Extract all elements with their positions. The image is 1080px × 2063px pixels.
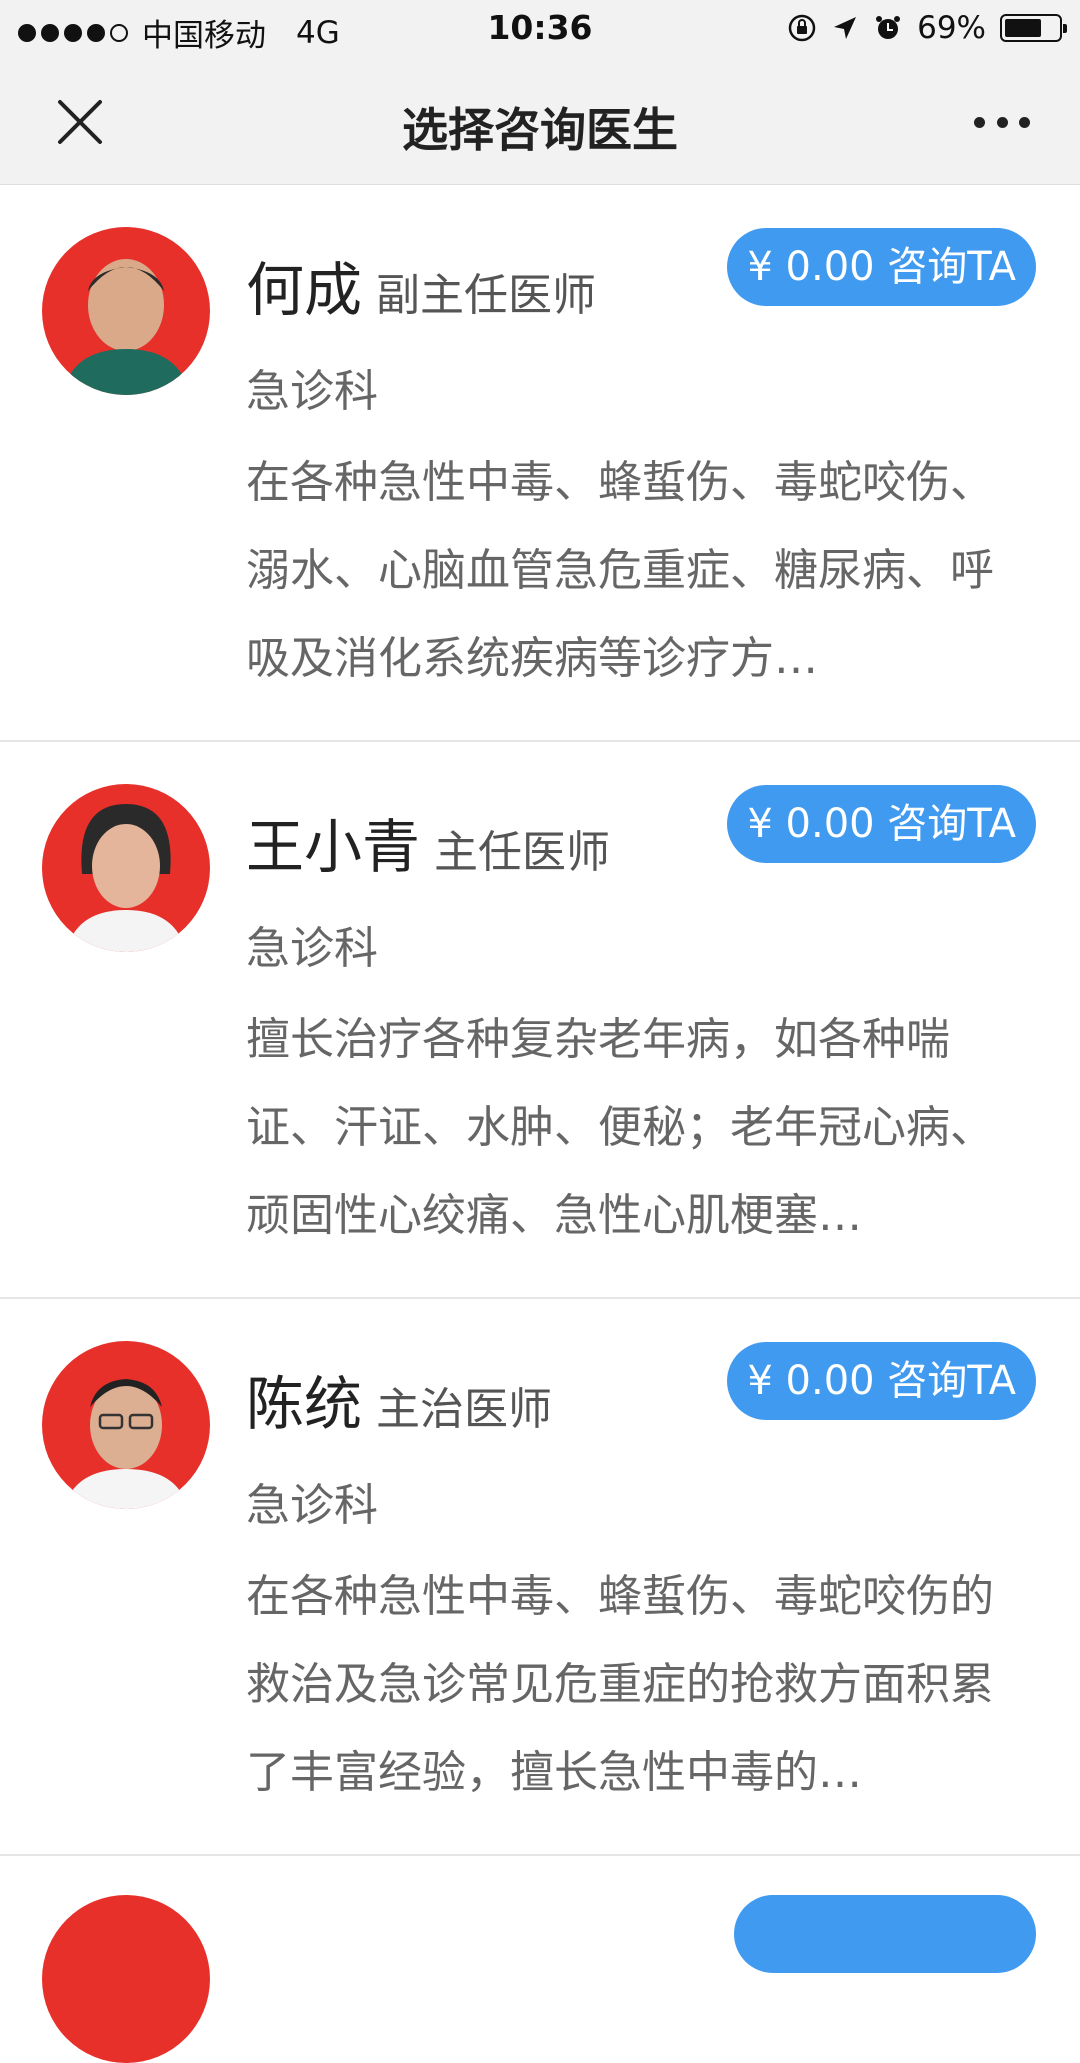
doctor-list: 何成 副主任医师 ¥ 0.00 咨询TA 急诊科 在各种急性中毒、蜂蜇伤、毒蛇咬伤…: [0, 185, 1080, 1856]
doctor-department: 急诊科: [246, 923, 378, 974]
doctor-avatar: [42, 227, 210, 395]
doctor-title: 副主任医师: [376, 270, 597, 321]
doctor-name-row: 王小青 主任医师: [246, 800, 610, 884]
doctor-name-row: 陈统 主治医师: [246, 1357, 552, 1441]
doctor-description: 在各种急性中毒、蜂蜇伤、毒蛇咬伤的救治及急诊常见危重症的抢救方面积累了丰富经验，…: [246, 1571, 994, 1798]
consult-button-partial[interactable]: [734, 1895, 1036, 1973]
status-bar-right: 69%: [787, 10, 1067, 46]
doctor-title: 主任医师: [434, 827, 611, 878]
doctor-avatar: [42, 784, 210, 952]
battery-icon: [1000, 14, 1067, 42]
consult-button[interactable]: ¥ 0.00 咨询TA: [727, 785, 1036, 863]
doctor-card[interactable]: 王小青 主任医师 ¥ 0.00 咨询TA 急诊科 擅长治疗各种复杂老年病，如各种喘…: [0, 742, 1080, 1299]
navigation-bar: 选择咨询医生: [0, 60, 1080, 185]
doctor-name: 何成: [246, 256, 363, 324]
doctor-name: 陈统: [246, 1370, 363, 1438]
more-options-icon[interactable]: [974, 110, 1030, 134]
location-arrow-icon: [834, 17, 857, 39]
page-title: 选择咨询医生: [402, 103, 678, 157]
doctor-name: 王小青: [246, 813, 421, 881]
alarm-clock-icon: [876, 16, 901, 39]
doctor-avatar-partial: [42, 1895, 210, 2063]
consult-button[interactable]: ¥ 0.00 咨询TA: [727, 228, 1036, 306]
doctor-avatar: [42, 1341, 210, 1509]
doctor-department: 急诊科: [246, 366, 378, 417]
consult-button[interactable]: ¥ 0.00 咨询TA: [727, 1342, 1036, 1420]
doctor-description: 在各种急性中毒、蜂蜇伤、毒蛇咬伤、溺水、心脑血管急危重症、糖尿病、呼吸及消化系统…: [246, 457, 994, 684]
doctor-name-row: 何成 副主任医师: [246, 243, 596, 327]
orientation-lock-icon: [788, 14, 816, 42]
doctor-department: 急诊科: [246, 1480, 378, 1531]
doctor-description: 擅长治疗各种复杂老年病，如各种喘证、汗证、水肿、便秘；老年冠心病、顽固性心绞痛、…: [246, 1014, 994, 1241]
battery-percent: 69%: [917, 10, 986, 46]
doctor-card[interactable]: 陈统 主治医师 ¥ 0.00 咨询TA 急诊科 在各种急性中毒、蜂蜇伤、毒蛇咬伤的…: [0, 1299, 1080, 1856]
doctor-title: 主治医师: [376, 1384, 553, 1435]
status-bar: 中国移动 4G 10:36 69%: [0, 0, 1080, 60]
doctor-card[interactable]: 何成 副主任医师 ¥ 0.00 咨询TA 急诊科 在各种急性中毒、蜂蜇伤、毒蛇咬伤…: [0, 185, 1080, 742]
